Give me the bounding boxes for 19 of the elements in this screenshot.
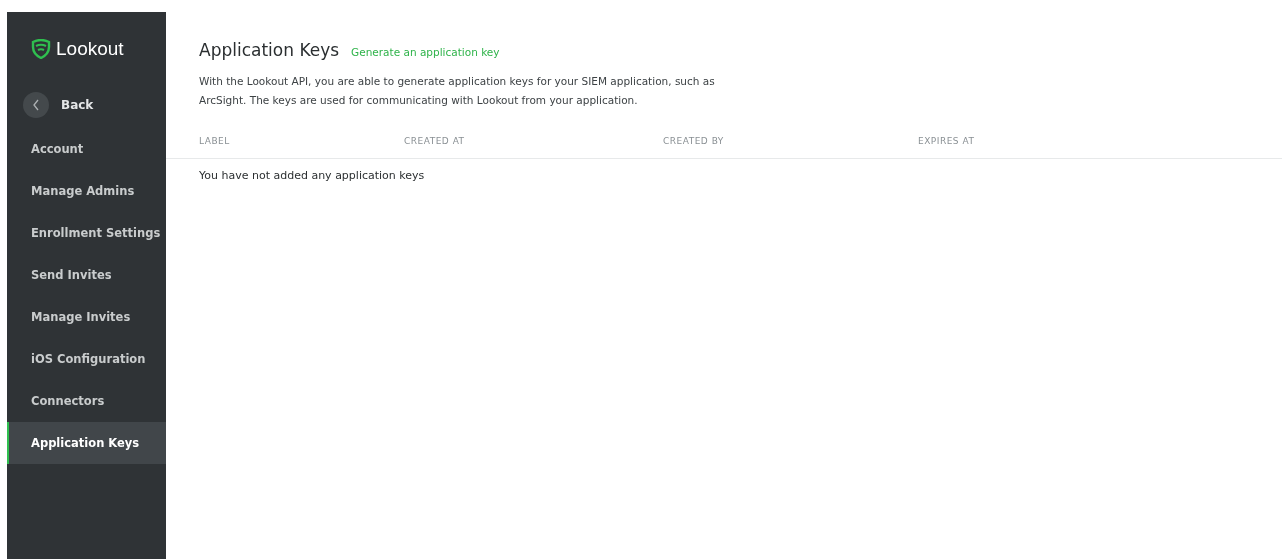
logo-text: Lookout (56, 38, 124, 60)
sidebar-item[interactable]: Account (7, 128, 166, 170)
empty-message: You have not added any application keys (199, 169, 426, 182)
column-header: CREATED BY (663, 136, 725, 146)
sidebar-item[interactable]: iOS Configuration (7, 338, 166, 380)
page-title: Application Keys (199, 40, 340, 60)
sidebar-item[interactable]: Manage Admins (7, 170, 166, 212)
back-button[interactable]: Back (23, 92, 166, 118)
shield-logo-icon (31, 39, 51, 59)
description-text: With the Lookout API, you are able to generate application keys for your SIEM application, such as ArcSight. The keys are used for communicating with Lookout from your application. (199, 74, 716, 108)
column-header: LABEL (199, 136, 231, 146)
sidebar-item[interactable]: Enrollment Settings (7, 212, 166, 254)
chevron-left-icon (23, 92, 49, 118)
column-header: CREATED AT (404, 136, 466, 146)
sidebar-item[interactable]: Manage Invites (7, 296, 166, 338)
column-header: EXPIRES AT (918, 136, 976, 146)
sidebar-item[interactable]: Send Invites (7, 254, 166, 296)
sidebar-item[interactable]: Connectors (7, 380, 166, 422)
sidebar-item[interactable]: Application Keys (7, 422, 166, 464)
